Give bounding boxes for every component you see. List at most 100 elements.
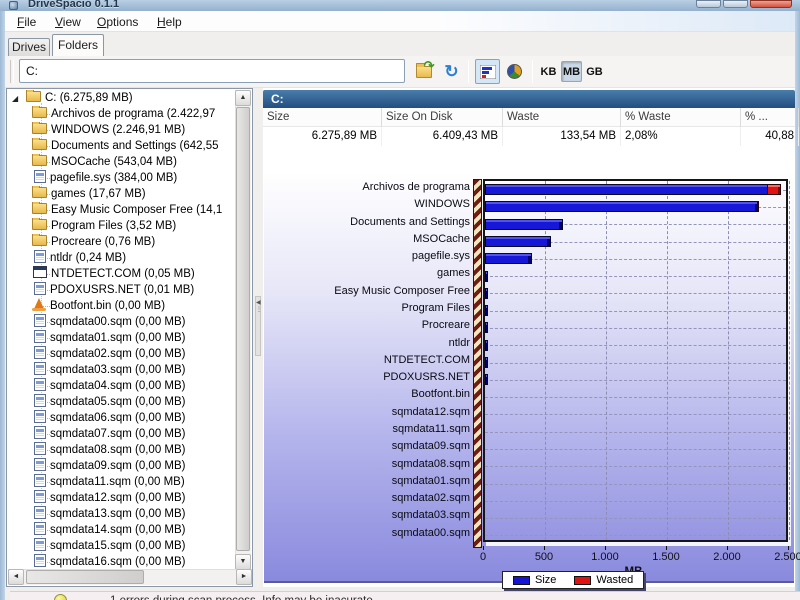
chart-category-label: sqmdata02.sqm — [264, 490, 470, 507]
refresh-button[interactable]: ↻ — [439, 59, 464, 84]
close-button[interactable] — [750, 0, 792, 8]
expander-icon[interactable]: ◢ — [12, 91, 26, 106]
size-bar[interactable] — [485, 184, 781, 195]
legend-label-size: Size — [535, 574, 556, 586]
unit-gb-button[interactable]: GB — [584, 61, 605, 82]
tree-item[interactable]: Archivos de programa (2.422,97 — [8, 106, 236, 122]
size-bar[interactable] — [485, 322, 488, 333]
menu-help[interactable]: Help — [153, 14, 186, 30]
size-bar[interactable] — [485, 288, 488, 299]
size-bar[interactable] — [485, 253, 532, 264]
stats-column-header[interactable]: % ... — [741, 108, 799, 127]
stats-header-row: SizeSize On DiskWaste% Waste% ... — [263, 108, 795, 127]
tree-item[interactable]: sqmdata13.sqm (0,00 MB) — [8, 506, 236, 522]
v-scroll-thumb[interactable] — [236, 107, 250, 551]
stats-column-header[interactable]: Waste — [503, 108, 621, 127]
tree-item[interactable]: sqmdata14.sqm (0,00 MB) — [8, 522, 236, 538]
stats-column-header[interactable]: Size On Disk — [382, 108, 503, 127]
tree-item[interactable]: games (17,67 MB) — [8, 186, 236, 202]
menu-view[interactable]: View — [51, 14, 85, 30]
tree-item[interactable]: sqmdata09.sqm (0,00 MB) — [8, 458, 236, 474]
tree-item[interactable]: sqmdata11.sqm (0,00 MB) — [8, 474, 236, 490]
bar-chart-view-button[interactable] — [475, 59, 500, 84]
splitter-collapse-handle[interactable]: ◀⋮ — [255, 296, 261, 356]
pie-chart-view-button[interactable] — [502, 59, 527, 84]
wasted-swatch-icon — [574, 576, 591, 585]
path-input[interactable] — [19, 59, 405, 83]
open-folder-button[interactable]: ↷ — [411, 59, 436, 84]
tree-item[interactable]: ntldr (0,24 MB) — [8, 250, 236, 266]
scroll-down-icon[interactable]: ▼ — [235, 554, 251, 570]
tab-drives[interactable]: Drives — [8, 38, 50, 56]
tree-item[interactable]: sqmdata12.sqm (0,00 MB) — [8, 490, 236, 506]
tree-item[interactable]: sqmdata00.sqm (0,00 MB) — [8, 314, 236, 330]
tree-item[interactable]: sqmdata05.sqm (0,00 MB) — [8, 394, 236, 410]
tree-vertical-scrollbar[interactable]: ▲ ▼ — [235, 90, 251, 570]
tree-item[interactable]: Bootfont.bin (0,00 MB) — [8, 298, 236, 314]
file-icon — [34, 394, 46, 407]
folder-icon — [32, 235, 47, 246]
folder-tree: ◢C: (6.275,89 MB) Archivos de programa (2… — [8, 90, 236, 570]
unit-kb-button[interactable]: KB — [538, 61, 559, 82]
tree-item[interactable]: sqmdata08.sqm (0,00 MB) — [8, 442, 236, 458]
size-bar[interactable] — [485, 201, 759, 212]
menu-options[interactable]: Options — [93, 14, 142, 30]
tree-item[interactable]: sqmdata06.sqm (0,00 MB) — [8, 410, 236, 426]
size-bar[interactable] — [485, 374, 488, 385]
tree-item[interactable]: Easy Music Composer Free (14,1 — [8, 202, 236, 218]
scroll-left-icon[interactable]: ◄ — [8, 569, 24, 585]
tree-item[interactable]: sqmdata04.sqm (0,00 MB) — [8, 378, 236, 394]
unit-mb-button[interactable]: MB — [561, 61, 582, 82]
size-bar[interactable] — [485, 357, 488, 368]
stats-column-header[interactable]: Size — [263, 108, 382, 127]
size-bar[interactable] — [485, 340, 488, 351]
open-folder-icon: ↷ — [416, 66, 432, 78]
tree-item[interactable]: Procreare (0,76 MB) — [8, 234, 236, 250]
tree-item[interactable]: ◢C: (6.275,89 MB) — [8, 90, 236, 106]
stats-values-row: 6.275,89 MB6.409,43 MB133,54 MB2,08%40,8… — [263, 127, 795, 146]
tree-item[interactable]: sqmdata02.sqm (0,00 MB) — [8, 346, 236, 362]
folder-icon — [32, 187, 47, 198]
tree-horizontal-scrollbar[interactable]: ◄ ► — [8, 569, 252, 585]
menu-file[interactable]: File — [13, 14, 40, 30]
size-bar[interactable] — [485, 305, 488, 316]
h-scroll-thumb[interactable] — [26, 570, 144, 584]
title-bar[interactable]: DriveSpacio 0.1.1 — [0, 0, 800, 11]
bar-chart-icon — [480, 65, 496, 79]
scroll-up-icon[interactable]: ▲ — [235, 90, 251, 106]
tree-item[interactable]: NTDETECT.COM (0,05 MB) — [8, 266, 236, 282]
tree-item[interactable]: WINDOWS (2.246,91 MB) — [8, 122, 236, 138]
file-icon — [34, 506, 46, 519]
app-icon — [33, 266, 47, 278]
wasted-bar[interactable] — [757, 201, 759, 212]
tree-item[interactable]: sqmdata03.sqm (0,00 MB) — [8, 362, 236, 378]
horizontal-gridline — [485, 363, 786, 364]
client-area: File View Options Help Drives Folders ↷ … — [5, 11, 795, 600]
chart-category-label: Documents and Settings — [264, 214, 470, 231]
tree-item[interactable]: PDOXUSRS.NET (0,01 MB) — [8, 282, 236, 298]
tree-item[interactable]: MSOCache (543,04 MB) — [8, 154, 236, 170]
maximize-button[interactable] — [723, 0, 748, 8]
tree-item[interactable]: Program Files (3,52 MB) — [8, 218, 236, 234]
vertical-gridline — [728, 181, 729, 540]
tree-item[interactable]: sqmdata07.sqm (0,00 MB) — [8, 426, 236, 442]
scroll-right-icon[interactable]: ► — [236, 569, 252, 585]
toolbar-separator — [468, 60, 469, 83]
wasted-bar[interactable] — [767, 184, 780, 195]
size-bar[interactable] — [485, 219, 563, 230]
size-bar[interactable] — [485, 236, 551, 247]
minimize-button[interactable] — [696, 0, 721, 8]
tree-item-label: Archivos de programa (2.422,97 — [51, 108, 215, 120]
tree-item[interactable]: sqmdata01.sqm (0,00 MB) — [8, 330, 236, 346]
tree-item-label: sqmdata03.sqm (0,00 MB) — [50, 364, 186, 376]
panel-splitter[interactable]: ◀⋮ — [254, 88, 262, 587]
tree-item[interactable]: sqmdata15.sqm (0,00 MB) — [8, 538, 236, 554]
size-bar[interactable] — [485, 271, 488, 282]
status-message: 1 errors during scan process. Info may b… — [110, 595, 373, 600]
stats-column-header[interactable]: % Waste — [621, 108, 741, 127]
toolbar-grip[interactable] — [10, 60, 14, 83]
tree-item[interactable]: Documents and Settings (642,55 — [8, 138, 236, 154]
tree-item[interactable]: pagefile.sys (384,00 MB) — [8, 170, 236, 186]
tab-folders[interactable]: Folders — [52, 34, 104, 56]
tree-item[interactable]: sqmdata16.sqm (0,00 MB) — [8, 554, 236, 570]
